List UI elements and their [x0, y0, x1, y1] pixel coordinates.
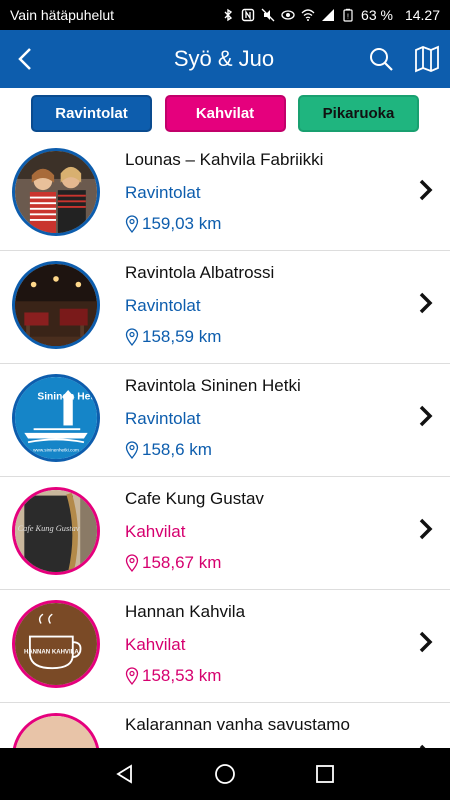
place-category: Ravintolat	[125, 296, 201, 315]
eye-icon	[281, 10, 295, 20]
place-distance: 158,67 km	[142, 553, 222, 572]
logo-text: HANNAN KAHVILA	[24, 649, 79, 655]
place-distance-row: 158,67 km	[125, 553, 264, 573]
list-item[interactable]: Kalarannan vanha savustamo	[0, 703, 450, 748]
logo-text: Cafe Kung Gustav	[18, 524, 80, 533]
place-name: Hannan Kahvila	[125, 602, 246, 621]
signal-icon	[322, 9, 335, 21]
place-photo	[12, 261, 100, 349]
chevron-right-icon	[414, 735, 438, 748]
place-distance: 158,53 km	[142, 666, 222, 685]
chevron-right-icon	[414, 283, 438, 323]
place-photo: Cafe Kung Gustav	[12, 487, 100, 575]
place-category: Kahvilat	[125, 635, 186, 654]
place-distance-row: 159,03 km	[125, 214, 323, 234]
app-bar: Syö & Juo	[0, 30, 450, 88]
bluetooth-icon	[224, 8, 233, 22]
svg-text:!: !	[347, 14, 349, 21]
filter-pikaruoka-button[interactable]: Pikaruoka	[298, 94, 419, 132]
place-distance: 158,59 km	[142, 327, 222, 346]
place-distance: 159,03 km	[142, 214, 222, 233]
place-logo: Sininen Hetki www.sininenhetki.com	[12, 374, 100, 462]
triangle-back-icon	[116, 764, 132, 784]
filter-ravintolat-button[interactable]: Ravintolat	[31, 94, 152, 132]
back-button[interactable]	[0, 30, 50, 88]
place-name: Kalarannan vanha savustamo	[125, 715, 350, 734]
place-logo: HANNAN KAHVILA	[12, 600, 100, 688]
mute-icon	[261, 8, 275, 22]
carrier-text: Vain hätäpuhelut	[10, 7, 115, 23]
chevron-right-icon	[414, 170, 438, 210]
place-distance-row: 158,53 km	[125, 666, 245, 686]
place-category: Ravintolat	[125, 409, 201, 428]
category-filters: Ravintolat Kahvilat Pikaruoka	[0, 88, 450, 138]
nav-back-button[interactable]	[105, 754, 145, 794]
list-item[interactable]: Ravintola Albatrossi Ravintolat 158,59 k…	[0, 251, 450, 364]
place-name: Ravintola Sininen Hetki	[125, 376, 301, 395]
wifi-icon	[301, 9, 315, 21]
location-pin-icon	[125, 215, 139, 233]
page-title: Syö & Juo	[173, 46, 275, 71]
nav-recents-button[interactable]	[305, 754, 345, 794]
list-item[interactable]: HANNAN KAHVILA Hannan Kahvila Kahvilat 1…	[0, 590, 450, 703]
location-pin-icon	[125, 441, 139, 459]
chevron-right-icon	[414, 396, 438, 436]
nfc-icon	[241, 8, 255, 22]
battery-percent: 63 %	[361, 7, 393, 23]
status-icons: ! 63 % 14.27	[221, 7, 440, 23]
search-button[interactable]	[358, 30, 404, 88]
circle-home-icon	[215, 764, 235, 784]
map-icon	[415, 45, 439, 73]
map-button[interactable]	[404, 30, 450, 88]
nav-home-button[interactable]	[205, 754, 245, 794]
place-name: Cafe Kung Gustav	[125, 489, 264, 508]
list-item[interactable]: Lounas – Kahvila Fabriikki Ravintolat 15…	[0, 138, 450, 251]
status-bar: Vain hätäpuhelut ! 63 % 14.27	[0, 0, 450, 30]
logo-url: www.sininenhetki.com	[33, 448, 79, 453]
battery-icon: !	[343, 8, 353, 22]
system-nav-bar	[0, 748, 450, 800]
back-arrow-icon	[18, 48, 31, 70]
list-item[interactable]: Sininen Hetki www.sininenhetki.com Ravin…	[0, 364, 450, 477]
chevron-right-icon	[414, 509, 438, 549]
square-recents-icon	[316, 765, 334, 783]
place-photo	[12, 713, 100, 748]
place-distance-row: 158,6 km	[125, 440, 301, 460]
list-item[interactable]: Cafe Kung Gustav Cafe Kung Gustav Kahvil…	[0, 477, 450, 590]
location-pin-icon	[125, 667, 139, 685]
location-pin-icon	[125, 328, 139, 346]
location-pin-icon	[125, 554, 139, 572]
place-category: Ravintolat	[125, 183, 201, 202]
place-name: Ravintola Albatrossi	[125, 263, 275, 282]
place-distance-row: 158,59 km	[125, 327, 274, 347]
chevron-right-icon	[414, 622, 438, 662]
place-list: Lounas – Kahvila Fabriikki Ravintolat 15…	[0, 138, 450, 748]
place-photo	[12, 148, 100, 236]
place-distance: 158,6 km	[142, 440, 212, 459]
place-name: Lounas – Kahvila Fabriikki	[125, 150, 324, 169]
search-icon	[370, 48, 393, 71]
clock: 14.27	[404, 7, 440, 23]
place-category: Kahvilat	[125, 522, 186, 541]
filter-kahvilat-button[interactable]: Kahvilat	[164, 94, 286, 132]
